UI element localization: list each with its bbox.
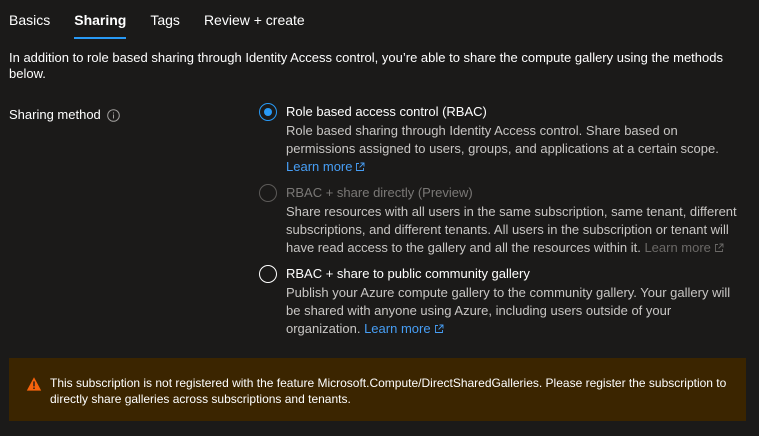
learn-more-label: Learn more: [364, 321, 431, 336]
radio-rbac-share-directly: [259, 184, 277, 202]
intro-text: In addition to role based sharing throug…: [9, 50, 723, 81]
option-rbac-description-text: Role based sharing through Identity Acce…: [286, 123, 719, 156]
option-community-description: Publish your Azure compute gallery to th…: [286, 284, 746, 339]
info-icon[interactable]: [106, 108, 120, 122]
tab-bar: Basics Sharing Tags Review + create: [9, 0, 329, 40]
external-link-icon: [434, 321, 444, 339]
option-community-description-text: Publish your Azure compute gallery to th…: [286, 285, 731, 336]
option-community-title[interactable]: RBAC + share to public community gallery: [286, 264, 746, 284]
option-rbac-share-directly: RBAC + share directly (Preview) Share re…: [259, 183, 749, 258]
option-rbac-description: Role based sharing through Identity Acce…: [286, 122, 746, 177]
sharing-method-label-row: Sharing method: [9, 107, 120, 123]
sharing-method-radio-group: Role based access control (RBAC) Role ba…: [259, 102, 749, 345]
option-rbac-community-gallery: RBAC + share to public community gallery…: [259, 264, 749, 339]
learn-more-label: Learn more: [286, 159, 353, 174]
external-link-icon: [714, 240, 724, 258]
option-rbac-title[interactable]: Role based access control (RBAC): [286, 102, 746, 122]
warning-icon: [26, 376, 42, 392]
learn-more-link-share-directly: Learn more: [644, 240, 724, 258]
external-link-icon: [355, 159, 365, 177]
learn-more-link-community[interactable]: Learn more: [364, 321, 444, 339]
radio-rbac[interactable]: [259, 103, 277, 121]
option-community-body: RBAC + share to public community gallery…: [286, 264, 746, 339]
learn-more-label: Learn more: [644, 240, 711, 255]
option-rbac-body: Role based access control (RBAC) Role ba…: [286, 102, 746, 177]
option-rbac: Role based access control (RBAC) Role ba…: [259, 102, 749, 177]
option-share-directly-title: RBAC + share directly (Preview): [286, 185, 473, 200]
tab-review-create[interactable]: Review + create: [204, 0, 305, 40]
warning-text: This subscription is not registered with…: [50, 376, 727, 406]
option-share-directly-body: RBAC + share directly (Preview) Share re…: [286, 183, 746, 258]
tab-sharing[interactable]: Sharing: [74, 0, 127, 40]
tab-basics[interactable]: Basics: [9, 0, 50, 40]
tab-tags[interactable]: Tags: [150, 0, 180, 40]
warning-banner: This subscription is not registered with…: [9, 358, 746, 421]
sharing-method-label: Sharing method: [9, 107, 101, 122]
radio-rbac-community-gallery[interactable]: [259, 265, 277, 283]
option-share-directly-description: Share resources with all users in the sa…: [286, 203, 746, 258]
learn-more-link-rbac[interactable]: Learn more: [286, 159, 365, 174]
